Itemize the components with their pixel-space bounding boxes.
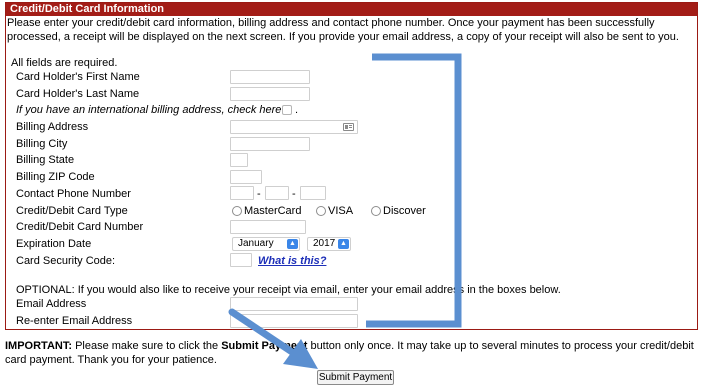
select-chevron-icon: ▲︎ [287,239,298,249]
phone-separator: - [257,188,261,200]
panel-title: Credit/Debit Card Information [6,3,697,16]
last-name-input[interactable] [230,87,310,101]
billing-city-input[interactable] [230,137,310,151]
card-number-label: Credit/Debit Card Number [16,221,144,233]
first-name-label: Card Holder's First Name [16,71,140,83]
intro-text: Please enter your credit/debit card info… [7,17,679,43]
security-code-input[interactable] [230,253,252,267]
expiration-label: Expiration Date [16,238,92,250]
billing-state-label: Billing State [16,154,75,166]
radio-visa-label: VISA [328,205,354,217]
last-name-label: Card Holder's Last Name [16,88,140,100]
submit-payment-button[interactable]: Submit Payment [317,370,394,385]
radio-visa[interactable] [316,206,326,216]
contact-card-icon [343,123,354,131]
phone-label: Contact Phone Number [16,188,131,200]
intl-suffix: . [295,104,299,116]
phone-line-input[interactable] [300,186,326,200]
email-label: Email Address [16,298,87,310]
important-button-name: Submit Payment [221,340,308,352]
phone-prefix-input[interactable] [265,186,289,200]
security-code-label: Card Security Code: [16,255,116,267]
exp-year-select[interactable]: 2017 ▲︎ [307,237,351,251]
first-name-input[interactable] [230,70,310,84]
important-text: Please make sure to click the [72,340,222,352]
intl-address-checkbox[interactable] [282,105,292,115]
billing-city-label: Billing City [16,138,68,150]
email-input[interactable] [230,297,358,311]
radio-discover-label: Discover [383,205,426,217]
email-reenter-label: Re-enter Email Address [16,315,133,327]
exp-year-value: 2017 [313,238,336,249]
card-info-panel: Credit/Debit Card Information [5,2,698,330]
email-reenter-input[interactable] [230,314,358,328]
radio-mastercard[interactable] [232,206,242,216]
radio-discover[interactable] [371,206,381,216]
intl-address-label: If you have an international billing add… [16,104,282,116]
card-type-label: Credit/Debit Card Type [16,205,128,217]
important-note: IMPORTANT: Please make sure to click the… [5,339,695,367]
phone-separator: - [292,188,296,200]
required-note: All fields are required. [11,57,118,69]
exp-month-value: January [238,238,274,249]
what-is-this-link[interactable]: What is this? [258,254,326,268]
billing-state-input[interactable] [230,153,248,167]
important-label: IMPORTANT: [5,340,73,352]
billing-zip-input[interactable] [230,170,262,184]
card-number-input[interactable] [230,220,306,234]
billing-address-label: Billing Address [16,121,89,133]
exp-month-select[interactable]: January ▲︎ [232,237,300,251]
billing-zip-label: Billing ZIP Code [16,171,95,183]
optional-note: OPTIONAL: If you would also like to rece… [16,284,561,296]
select-chevron-icon: ▲︎ [338,239,349,249]
phone-area-input[interactable] [230,186,254,200]
billing-address-input[interactable] [230,120,358,134]
radio-mastercard-label: MasterCard [244,205,302,217]
